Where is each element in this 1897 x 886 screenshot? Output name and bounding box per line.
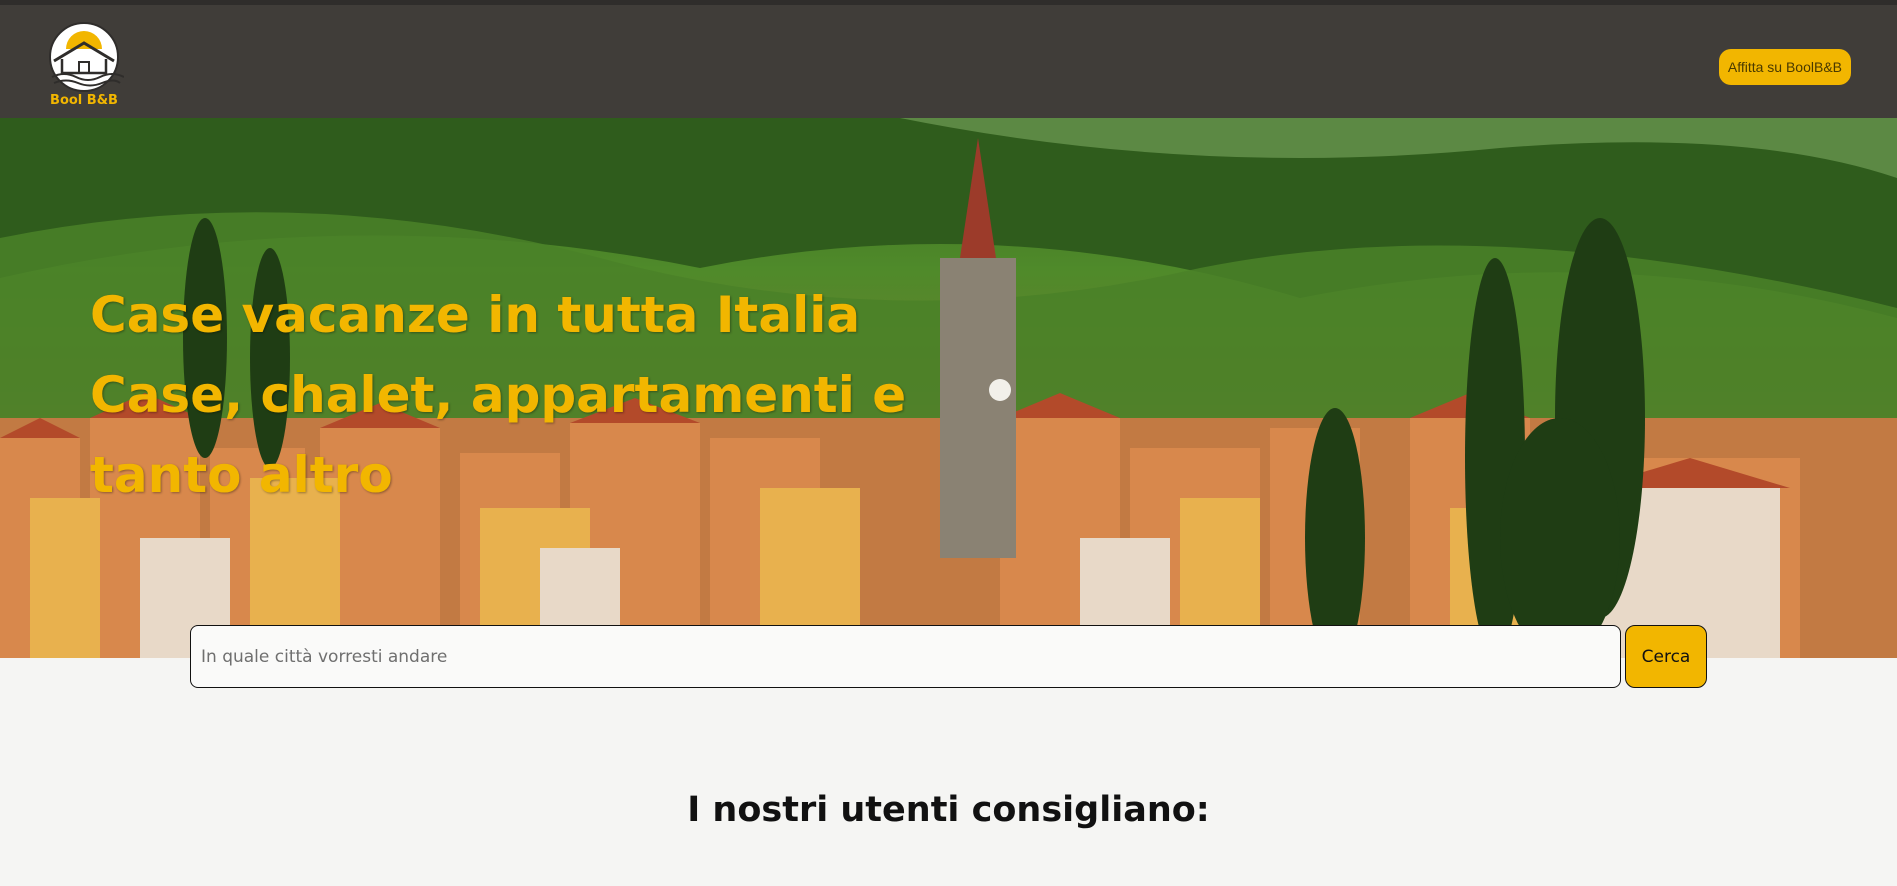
search-button[interactable]: Cerca bbox=[1625, 625, 1707, 688]
hero-line-1: Case vacanze in tutta Italia bbox=[90, 286, 861, 344]
recommendations-heading: I nostri utenti consigliano: bbox=[687, 790, 1210, 830]
hero-headline: Case vacanze in tutta Italia Case, chale… bbox=[90, 275, 1010, 515]
top-navbar: Bool B&B Affitta su BoolB&B bbox=[0, 0, 1897, 118]
rent-on-boolbnb-button[interactable]: Affitta su BoolB&B bbox=[1718, 49, 1851, 85]
hero-line-2: Case, chalet, appartamenti e tanto altro bbox=[90, 366, 907, 504]
logo-text: Bool B&B bbox=[50, 93, 118, 108]
hero-banner: Case vacanze in tutta Italia Case, chale… bbox=[0, 118, 1897, 658]
site-logo[interactable]: Bool B&B bbox=[44, 21, 124, 113]
city-search-input[interactable] bbox=[190, 625, 1621, 688]
house-on-waves-logo-icon bbox=[49, 22, 124, 92]
